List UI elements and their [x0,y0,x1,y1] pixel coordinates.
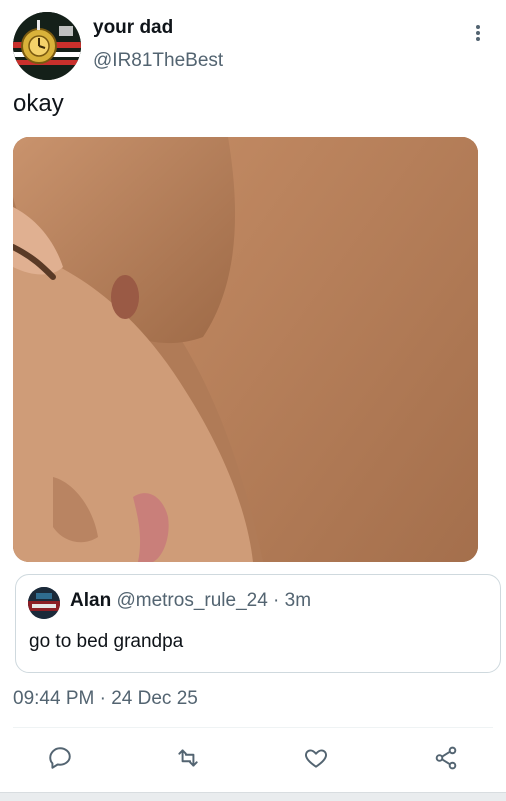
action-bar [0,740,506,780]
display-name[interactable]: your dad [93,17,173,39]
more-options-icon[interactable] [466,18,490,48]
quote-text: go to bed grandpa [29,631,184,652]
profile-avatar[interactable] [13,12,81,80]
tweet-timestamp[interactable]: 09:44 PM · 24 Dec 25 [13,688,198,710]
quoted-tweet[interactable]: Alan @metros_rule_24 · 3m go to bed gran… [15,574,501,673]
heart-icon[interactable] [298,740,334,776]
user-handle[interactable]: @IR81TheBest [93,50,223,72]
quote-age: 3m [284,590,312,611]
quote-author-name[interactable]: Alan [70,590,111,611]
tweet-text: okay [13,90,64,117]
tweet-header: your dad @IR81TheBest [0,0,506,90]
divider [13,727,493,728]
quote-header: Alan @metros_rule_24 · 3m [70,590,311,612]
reply-icon[interactable] [42,740,78,776]
share-icon[interactable] [428,740,464,776]
quote-separator: · [267,590,285,611]
tweet-photo[interactable] [13,137,478,562]
quote-author-handle[interactable]: @metros_rule_24 [116,590,267,611]
quote-avatar[interactable] [28,587,60,619]
retweet-icon[interactable] [170,740,206,776]
